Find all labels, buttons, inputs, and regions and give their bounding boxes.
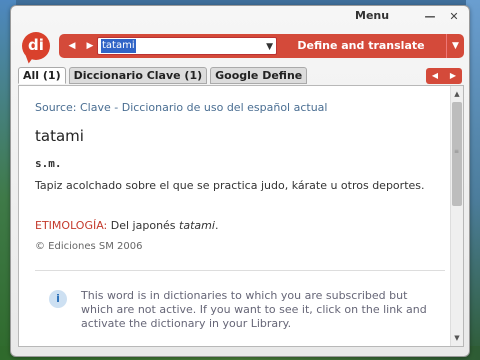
tab-scroll-left-icon[interactable]: ◀ bbox=[426, 68, 444, 84]
etymology-word: tatami bbox=[179, 219, 215, 232]
search-input[interactable]: tatami ▼ bbox=[97, 37, 277, 55]
tab-google-define[interactable]: Google Define bbox=[210, 67, 308, 84]
definition-text: Tapiz acolchado sobre el que se practica… bbox=[35, 179, 425, 192]
source-link[interactable]: Clave - Diccionario de uso del español a… bbox=[80, 101, 327, 114]
history-nav: ◀ ▶ bbox=[63, 37, 99, 55]
definition-panel: Source: Clave - Diccionario de uso del e… bbox=[18, 85, 464, 347]
etymology-text: Del japonés bbox=[110, 219, 176, 232]
info-icon: i bbox=[49, 290, 67, 308]
tab-scroll-right-icon[interactable]: ▶ bbox=[444, 68, 462, 84]
back-arrow-icon[interactable]: ◀ bbox=[63, 37, 81, 55]
grip-icon: ≡ bbox=[454, 148, 460, 155]
divider bbox=[35, 270, 445, 271]
notice-text: This word is in dictionaries to which yo… bbox=[81, 289, 427, 330]
vertical-scrollbar[interactable]: ▲ ≡ ▼ bbox=[450, 86, 463, 346]
copyright-notice: © Ediciones SM 2006 bbox=[35, 241, 143, 252]
tab-all[interactable]: All (1) bbox=[18, 67, 66, 84]
history-dropdown-icon[interactable]: ▼ bbox=[266, 38, 273, 56]
close-icon[interactable]: ✕ bbox=[445, 10, 463, 24]
scroll-up-icon[interactable]: ▲ bbox=[451, 88, 463, 100]
etymology: ETIMOLOGÍA: Del japonés tatami. bbox=[35, 219, 218, 232]
headword: tatami bbox=[35, 127, 84, 145]
define-translate-button[interactable]: Define and translate bbox=[277, 34, 445, 58]
minimize-icon[interactable]: — bbox=[421, 10, 439, 24]
search-bar: ◀ ▶ tatami ▼ Define and translate ▼ bbox=[59, 34, 464, 58]
etymology-label: ETIMOLOGÍA: bbox=[35, 219, 108, 232]
menu-button[interactable]: Menu bbox=[355, 9, 389, 22]
window-controls: Menu — ✕ bbox=[341, 6, 469, 28]
source-line: Source: Clave - Diccionario de uso del e… bbox=[35, 101, 327, 114]
scroll-down-icon[interactable]: ▼ bbox=[451, 332, 463, 344]
app-logo: di bbox=[22, 32, 50, 60]
source-label: Source: bbox=[35, 101, 77, 114]
results-tabs: All (1) Diccionario Clave (1) Google Def… bbox=[18, 67, 308, 84]
etymology-end: . bbox=[214, 219, 219, 232]
tab-scroll-controls: ◀ ▶ bbox=[426, 68, 462, 84]
part-of-speech: s.m. bbox=[35, 157, 62, 170]
search-input-value: tatami bbox=[101, 39, 136, 53]
dictionary-window: Menu — ✕ di ◀ ▶ tatami ▼ Define and tran… bbox=[10, 5, 470, 357]
scroll-thumb[interactable]: ≡ bbox=[452, 102, 462, 206]
tab-diccionario-clave[interactable]: Diccionario Clave (1) bbox=[68, 67, 208, 84]
translate-options-icon[interactable]: ▼ bbox=[446, 34, 464, 58]
